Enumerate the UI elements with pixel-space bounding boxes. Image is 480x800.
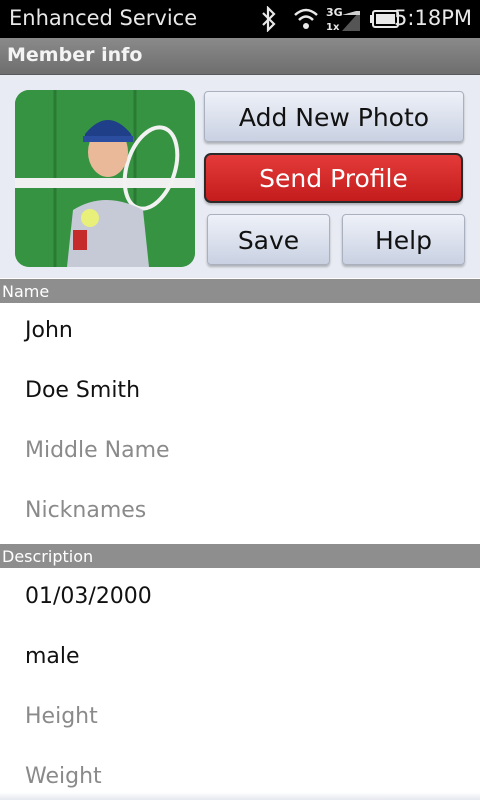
nicknames-field[interactable]: Nicknames bbox=[25, 498, 146, 523]
page-title: Member info bbox=[7, 44, 143, 66]
send-profile-button[interactable]: Send Profile bbox=[204, 153, 463, 203]
first-name-field[interactable]: John bbox=[25, 318, 73, 343]
signal-icon: 3G 1x bbox=[326, 5, 362, 37]
profile-panel: Add New Photo Send Profile Save Help bbox=[0, 75, 480, 278]
section-header-description: Description bbox=[0, 544, 480, 568]
gender-field[interactable]: male bbox=[25, 644, 80, 669]
profile-photo[interactable] bbox=[15, 90, 195, 267]
section-label: Name bbox=[2, 282, 50, 301]
scroll-fade bbox=[0, 792, 480, 800]
section-header-name: Name bbox=[0, 279, 480, 303]
title-bar: Member info bbox=[0, 38, 480, 75]
weight-field[interactable]: Weight bbox=[25, 764, 102, 789]
last-name-field[interactable]: Doe Smith bbox=[25, 378, 140, 403]
clock: 5:18PM bbox=[394, 6, 472, 30]
status-icons: 3G 1x 5:18PM bbox=[250, 0, 480, 38]
help-button[interactable]: Help bbox=[342, 214, 465, 265]
status-bar: Enhanced Service 3G 1x 5:18PM bbox=[0, 0, 480, 38]
save-button[interactable]: Save bbox=[207, 214, 330, 265]
middle-name-field[interactable]: Middle Name bbox=[25, 438, 170, 463]
birth-date-field[interactable]: 01/03/2000 bbox=[25, 584, 152, 609]
bluetooth-icon bbox=[260, 5, 278, 36]
network-type-label: 3G bbox=[326, 6, 343, 19]
add-new-photo-button[interactable]: Add New Photo bbox=[204, 91, 464, 142]
section-label: Description bbox=[2, 547, 94, 566]
wifi-icon bbox=[292, 6, 320, 36]
network-sub-label: 1x bbox=[326, 22, 340, 33]
notification-title: Enhanced Service bbox=[9, 6, 198, 30]
height-field[interactable]: Height bbox=[25, 704, 98, 729]
